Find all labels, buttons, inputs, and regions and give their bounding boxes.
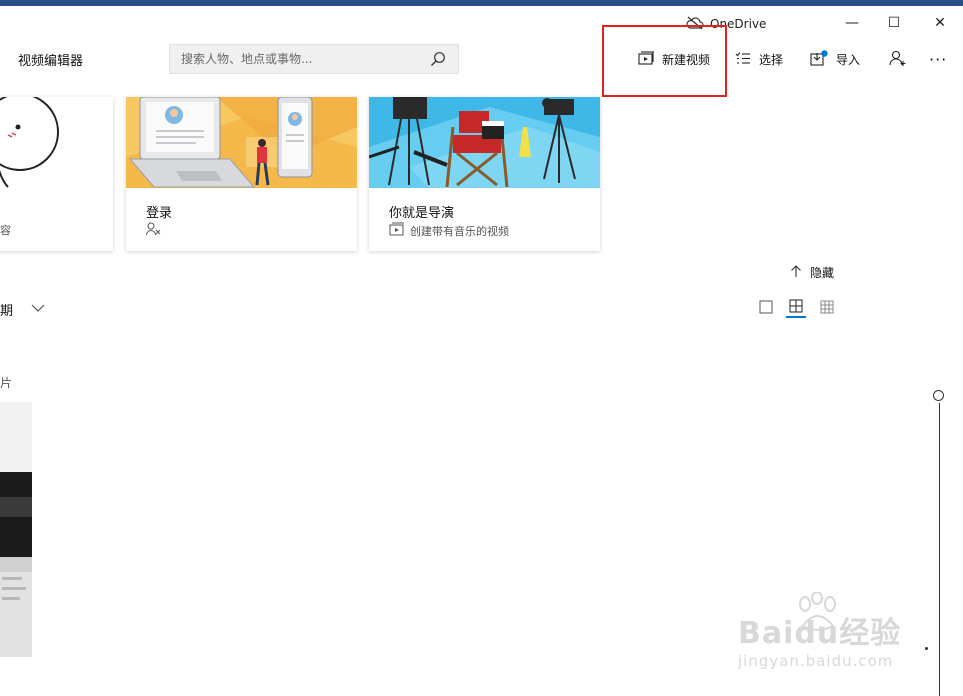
- feature-card-director[interactable]: 你就是导演 创建带有音乐的视频: [369, 97, 600, 251]
- view-medium-button[interactable]: [786, 298, 806, 318]
- minimize-button[interactable]: —: [832, 10, 872, 36]
- close-icon: ✕: [934, 15, 946, 31]
- close-button[interactable]: ✕: [920, 10, 960, 36]
- checklist-icon: [735, 51, 751, 68]
- grid-3x3-icon: [820, 299, 834, 318]
- card-subtitle-director-text: 创建带有音乐的视频: [410, 224, 509, 238]
- import-label: 导入: [836, 52, 861, 67]
- card-subtitle-login: [146, 222, 167, 239]
- view-small-button[interactable]: [817, 298, 837, 318]
- card-illustration-1: [0, 97, 113, 188]
- view-large-button[interactable]: [756, 298, 776, 318]
- card-illustration-director: [369, 97, 600, 188]
- more-options-button[interactable]: ···: [929, 48, 947, 70]
- arrow-up-icon: [790, 265, 802, 280]
- video-music-icon: [389, 222, 405, 239]
- card-title-director: 你就是导演: [389, 206, 455, 221]
- maximize-button[interactable]: ☐: [874, 10, 914, 36]
- people-tag-icon: [146, 222, 162, 239]
- select-button[interactable]: 选择: [735, 48, 783, 70]
- feature-card-login[interactable]: 登录: [126, 97, 357, 251]
- window-top-strip: [0, 0, 963, 6]
- minimize-icon: —: [845, 15, 859, 31]
- watermark-brand: Baidu经验: [738, 616, 902, 651]
- group-label: 片: [0, 376, 13, 390]
- date-sort-label: 期: [0, 304, 14, 319]
- search-box[interactable]: [169, 44, 459, 74]
- timeline-track[interactable]: [939, 403, 940, 696]
- card-subtitle-1: 容: [0, 222, 11, 238]
- feature-card-1[interactable]: 容: [0, 97, 113, 251]
- add-person-button[interactable]: [889, 48, 907, 70]
- search-input[interactable]: [179, 51, 428, 67]
- more-icon: ···: [929, 49, 948, 69]
- card-subtitle-director: 创建带有音乐的视频: [389, 222, 509, 239]
- select-label: 选择: [759, 52, 784, 67]
- timeline-scrubber-handle[interactable]: [933, 390, 944, 401]
- card-title-login: 登录: [146, 206, 173, 221]
- watermark-url: jingyan.baidu.com: [738, 652, 894, 670]
- app-title: 视频编辑器: [18, 54, 84, 69]
- timeline-marker: [925, 647, 928, 650]
- hide-button[interactable]: 隐藏: [790, 264, 834, 281]
- card-subtitle-1-text: 容: [0, 224, 11, 237]
- import-button[interactable]: 导入: [810, 48, 860, 70]
- photo-thumbnail[interactable]: [0, 402, 32, 657]
- single-square-icon: [759, 299, 773, 318]
- highlight-box: [602, 25, 727, 97]
- grid-2x2-icon: [789, 298, 803, 317]
- add-person-icon: [889, 50, 907, 69]
- maximize-icon: ☐: [887, 15, 901, 31]
- import-icon: [810, 49, 828, 69]
- date-sort-dropdown[interactable]: 期: [0, 300, 45, 319]
- chevron-down-icon: [31, 302, 45, 317]
- search-icon[interactable]: [430, 51, 446, 71]
- hide-label: 隐藏: [810, 266, 835, 280]
- card-illustration-login: [126, 97, 357, 188]
